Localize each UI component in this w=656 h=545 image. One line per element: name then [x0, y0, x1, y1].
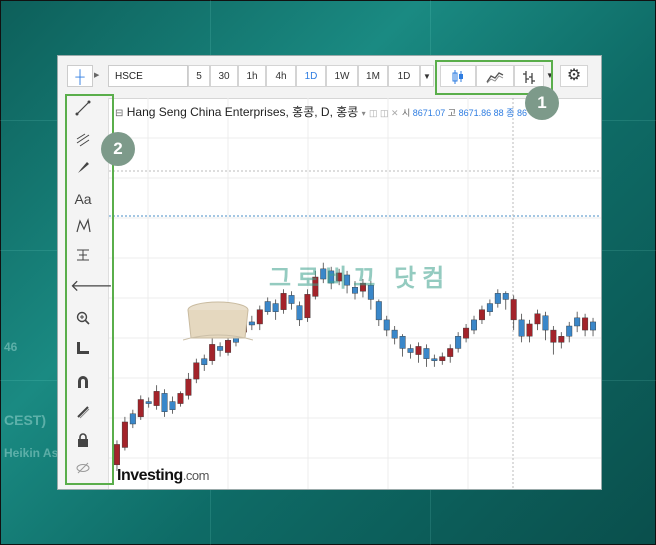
candle-body — [161, 393, 168, 412]
legend-icons: ◫ ◫ ✕ — [369, 108, 399, 118]
candle-body — [383, 319, 390, 331]
crosshair-button[interactable]: ┼ — [67, 65, 93, 87]
candle-body — [280, 293, 287, 310]
candle-body — [185, 378, 192, 396]
candle-body — [201, 358, 208, 365]
candle-body — [415, 346, 422, 355]
legend-ohlc: 시 8671.07 고 8671.86 88 종 86 — [401, 108, 527, 118]
crosshair-icon: ┼ — [75, 69, 85, 84]
candle-body — [169, 401, 176, 410]
interval-5[interactable]: 5 — [188, 65, 210, 87]
candle-body — [550, 329, 557, 343]
legend-dropdown-icon[interactable]: ▾ — [362, 109, 366, 118]
background-text: Heikin As — [4, 446, 59, 460]
candle-body — [518, 319, 525, 337]
candle-body — [558, 336, 565, 343]
legend-title: Hang Seng China Enterprises, 홍콩, D, 홍콩 — [126, 105, 359, 119]
interval-4h[interactable]: 4h — [266, 65, 296, 87]
candle-body — [566, 325, 573, 337]
candle-body — [478, 309, 485, 321]
candle-body — [129, 413, 136, 425]
candle-body — [217, 346, 224, 351]
interval-1w[interactable]: 1W — [326, 65, 358, 87]
watermark-text: 그로비끄 닷컴 — [269, 265, 451, 292]
candle-body — [177, 393, 184, 404]
background-text: CEST) — [4, 412, 46, 428]
candle-body — [582, 317, 589, 331]
symbol-input[interactable]: HSCE — [108, 65, 188, 87]
interval-custom[interactable]: 1D — [388, 65, 420, 87]
background-text: 46 — [4, 340, 18, 354]
candle-body — [455, 336, 462, 349]
candle-body — [264, 301, 271, 312]
candle-body — [399, 336, 406, 349]
candle-body — [391, 329, 398, 339]
candle-body — [590, 321, 597, 331]
candle-body — [471, 319, 477, 331]
candle-body — [153, 391, 160, 406]
legend-collapse-icon[interactable]: ⊟ — [115, 108, 123, 119]
stump-watermark-image — [183, 301, 253, 341]
candle-body — [193, 362, 200, 380]
candle-body — [463, 327, 470, 339]
candle-body — [375, 301, 382, 321]
interval-1h[interactable]: 1h — [238, 65, 266, 87]
candle-body — [121, 421, 128, 448]
interval-30[interactable]: 30 — [210, 65, 238, 87]
candle-body — [288, 295, 295, 304]
candle-body — [407, 348, 414, 353]
annotation-badge-1: 1 — [525, 86, 559, 120]
chart-panel: ┼ ▶ HSCE 5 30 1h 4h 1D 1W 1M 1D ▼ ▼ ⚙ Aa… — [57, 55, 602, 490]
interval-dropdown-icon[interactable]: ▼ — [420, 65, 434, 87]
candle-body — [113, 444, 120, 466]
candle-body — [447, 348, 454, 357]
candle-body — [502, 293, 509, 300]
gear-icon: ⚙ — [566, 67, 582, 84]
candle-body — [542, 315, 549, 331]
candle-body — [431, 358, 438, 361]
candle-body — [272, 303, 279, 312]
candle-body — [256, 309, 263, 325]
crosshair-menu-icon[interactable]: ▶ — [94, 71, 99, 79]
interval-1d[interactable]: 1D — [296, 65, 326, 87]
candle-body — [486, 303, 493, 312]
candle-body — [137, 399, 144, 418]
settings-button[interactable]: ⚙ — [560, 65, 588, 87]
candle-body — [296, 305, 303, 321]
candle-body — [145, 401, 152, 404]
candle-body — [574, 317, 581, 327]
candle-body — [423, 348, 430, 359]
candlestick-chart — [109, 98, 601, 489]
candle-body — [209, 344, 216, 361]
candle-body — [534, 313, 541, 325]
investing-logo: Investing.com — [117, 467, 209, 484]
candle-body — [494, 293, 501, 304]
candle-body — [439, 356, 446, 361]
interval-1m[interactable]: 1M — [358, 65, 388, 87]
chart-legend: ⊟ Hang Seng China Enterprises, 홍콩, D, 홍콩… — [115, 103, 527, 120]
annotation-badge-2: 2 — [101, 132, 135, 166]
candle-body — [526, 323, 533, 337]
chart-area[interactable]: ⊟ Hang Seng China Enterprises, 홍콩, D, 홍콩… — [109, 98, 601, 489]
candle-body — [510, 299, 517, 321]
candle-body — [304, 294, 311, 319]
